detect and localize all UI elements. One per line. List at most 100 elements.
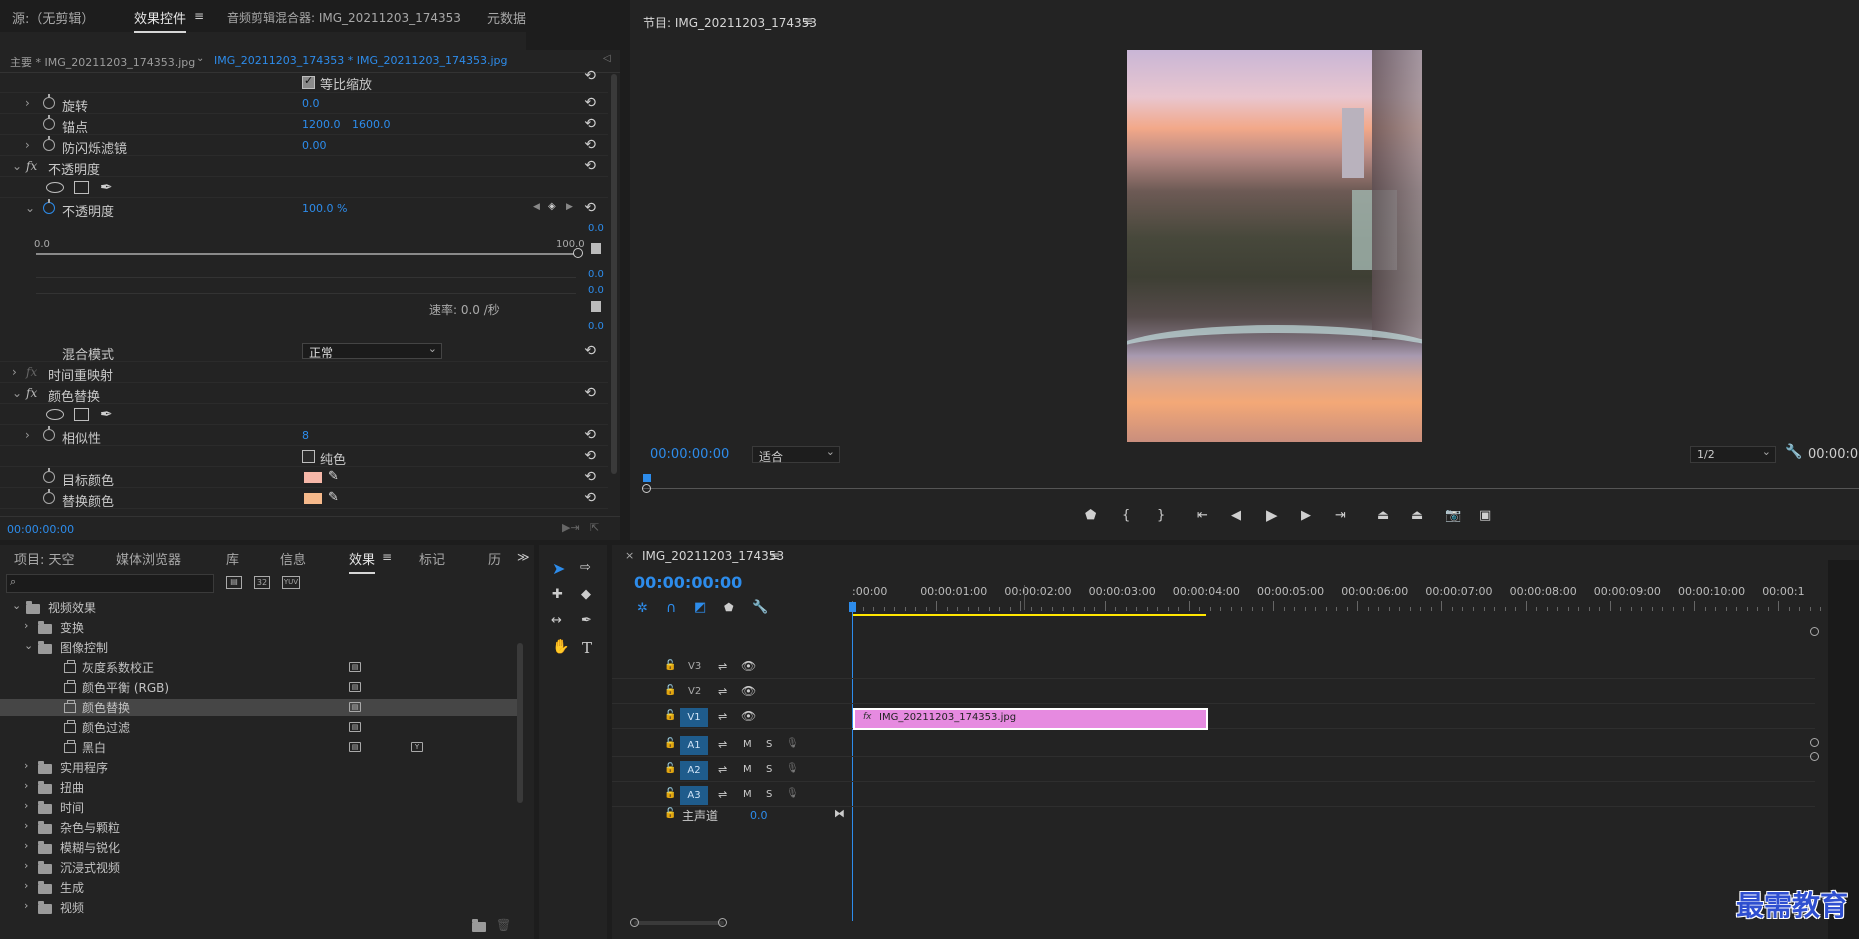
mic-icon[interactable]: 🎙 xyxy=(786,738,799,749)
tree-folder[interactable]: › 实用程序 xyxy=(0,759,520,776)
stopwatch-icon[interactable] xyxy=(43,115,55,130)
tree-folder[interactable]: › 杂色与颗粒 xyxy=(0,819,520,836)
chevron-right-icon[interactable]: › xyxy=(25,428,30,442)
reset-icon[interactable]: ⟲ xyxy=(584,137,596,153)
track-name-v3[interactable]: V3 xyxy=(688,661,701,672)
anti-flicker-value[interactable]: 0.00 xyxy=(302,139,327,152)
eyedropper-icon[interactable]: ✎ xyxy=(328,490,339,505)
track-v1[interactable] xyxy=(612,705,1815,729)
reset-icon[interactable]: ⟲ xyxy=(584,427,596,443)
pen-mask-icon[interactable]: ✒ xyxy=(100,405,113,423)
chevron-right-icon[interactable]: › xyxy=(12,365,17,379)
track-name-a1[interactable]: A1 xyxy=(680,736,708,755)
reset-icon[interactable]: ⟲ xyxy=(584,95,596,111)
scroll-handle[interactable] xyxy=(1810,738,1819,747)
clip-label[interactable]: IMG_20211203_174353 * IMG_20211203_17435… xyxy=(214,54,508,67)
mic-icon[interactable]: 🎙 xyxy=(786,788,799,799)
sync-lock-icon[interactable]: ⇌ xyxy=(718,660,727,673)
panel-overflow-icon[interactable]: ≫ xyxy=(517,550,530,564)
lock-icon[interactable]: 🔓 xyxy=(664,685,676,696)
time-ruler[interactable]: :00:00 00:00:01:00 00:00:02:00 00:00:03:00 0… xyxy=(852,585,1853,615)
accelerated-effects-icon[interactable]: ▤ xyxy=(226,576,242,589)
export-icon[interactable]: ⇱ xyxy=(590,521,599,534)
new-folder-icon[interactable] xyxy=(472,919,486,934)
effects-search-input[interactable]: ⌕ xyxy=(6,574,214,593)
mark-in-icon[interactable]: { xyxy=(1122,508,1130,523)
track-v3[interactable] xyxy=(612,655,1815,679)
sequence-title[interactable]: IMG_20211203_174353 xyxy=(642,549,784,563)
tree-folder[interactable]: › 视频 xyxy=(0,899,520,916)
track-name-v2[interactable]: V2 xyxy=(688,686,701,697)
tab-media-browser[interactable]: 媒体浏览器 xyxy=(116,549,181,568)
opacity-value[interactable]: 100.0 % xyxy=(302,202,347,215)
uniform-scale-checkbox[interactable] xyxy=(302,74,315,89)
ellipse-mask-icon[interactable] xyxy=(46,409,64,420)
fit-select[interactable]: 适合 ⌄ xyxy=(752,445,840,464)
ellipse-mask-icon[interactable] xyxy=(46,182,64,193)
chevron-down-icon[interactable]: ⌄ xyxy=(25,201,35,215)
tree-folder[interactable]: › 扭曲 xyxy=(0,779,520,796)
tree-folder[interactable]: ⌄ 图像控制 xyxy=(0,639,520,656)
chevron-right-icon[interactable]: › xyxy=(24,899,28,912)
selection-tool-icon[interactable]: ➤ xyxy=(552,559,565,578)
nest-icon[interactable]: ✲ xyxy=(637,601,648,616)
lock-icon[interactable]: 🔓 xyxy=(664,788,676,799)
compare-view-icon[interactable]: ▣ xyxy=(1479,508,1491,523)
tree-folder[interactable]: › 生成 xyxy=(0,879,520,896)
wrench-icon[interactable]: 🔧 xyxy=(1785,444,1802,460)
stopwatch-icon[interactable] xyxy=(43,489,55,504)
mic-icon[interactable]: 🎙 xyxy=(786,763,799,774)
tree-folder[interactable]: › 变换 xyxy=(0,619,520,636)
work-area-bar[interactable] xyxy=(853,614,1206,616)
solid-color-checkbox[interactable] xyxy=(302,450,315,463)
panel-menu-icon[interactable]: ≡ xyxy=(194,9,204,23)
horizontal-scrollbar[interactable] xyxy=(634,921,724,925)
effect-controls-timecode[interactable]: 00:00:00:00 xyxy=(7,523,74,536)
tree-effect[interactable]: 灰度系数校正 ▤ xyxy=(0,659,520,676)
scroll-handle[interactable] xyxy=(1810,627,1819,636)
type-tool-icon[interactable]: T xyxy=(582,639,592,657)
track-v2[interactable] xyxy=(612,680,1815,704)
panel-menu-icon[interactable]: ≡ xyxy=(770,549,780,563)
track-name-v1[interactable]: V1 xyxy=(680,708,708,727)
solo-button[interactable]: S xyxy=(766,764,772,775)
effects-scrollbar[interactable] xyxy=(517,643,523,803)
tab-markers[interactable]: 标记 xyxy=(419,549,445,568)
v1-clip[interactable]: fx IMG_20211203_174353.jpg xyxy=(853,708,1208,730)
collapse-icon[interactable]: ◁ xyxy=(603,53,611,64)
reset-icon[interactable]: ⟲ xyxy=(584,490,596,506)
reset-icon[interactable]: ⟲ xyxy=(584,68,596,84)
reset-icon[interactable]: ⟲ xyxy=(584,385,596,401)
sync-lock-icon[interactable]: ⇌ xyxy=(718,788,727,801)
solo-button[interactable]: S xyxy=(766,789,772,800)
play-icon[interactable]: ▶ xyxy=(1266,506,1278,524)
hand-tool-icon[interactable]: ✋ xyxy=(552,639,569,655)
panel-menu-icon[interactable]: ≡ xyxy=(382,550,392,564)
scroll-handle[interactable] xyxy=(630,918,639,927)
master-volume-value[interactable]: 0.0 xyxy=(750,809,768,822)
effect-controls-scrollbar[interactable] xyxy=(611,74,617,474)
program-timecode[interactable]: 00:00:00:00 xyxy=(650,447,729,462)
quality-select[interactable]: 1/2 ⌄ xyxy=(1690,445,1776,463)
tree-effect[interactable]: 颜色替换 ▤ xyxy=(0,699,520,716)
target-color-swatch[interactable] xyxy=(304,472,322,483)
eye-icon[interactable]: 👁 xyxy=(741,659,756,673)
go-to-out-icon[interactable]: ⇥ xyxy=(1335,508,1346,523)
chevron-down-icon[interactable]: ⌄ xyxy=(12,159,22,173)
master-fx-icon[interactable]: ⧓ xyxy=(834,807,845,820)
chevron-right-icon[interactable]: › xyxy=(25,138,30,152)
reset-icon[interactable]: ⟲ xyxy=(584,116,596,132)
sync-lock-icon[interactable]: ⇌ xyxy=(718,710,727,723)
tab-history[interactable]: 历 xyxy=(488,549,501,568)
add-marker-icon[interactable]: ⬟ xyxy=(1085,508,1096,523)
track-name-a3[interactable]: A3 xyxy=(680,786,708,805)
pen-mask-icon[interactable]: ✒ xyxy=(100,178,113,196)
anchor-y-value[interactable]: 1600.0 xyxy=(352,118,391,131)
tab-metadata[interactable]: 元数据 xyxy=(487,8,526,27)
program-video-frame[interactable] xyxy=(1127,50,1422,442)
program-title[interactable]: 节目: IMG_20211203_174353 xyxy=(643,14,817,31)
program-scrubber[interactable] xyxy=(642,474,1859,494)
rotation-value[interactable]: 0.0 xyxy=(302,97,320,110)
sync-lock-icon[interactable]: ⇌ xyxy=(718,763,727,776)
tree-effect[interactable]: 黑白 ▤ Y xyxy=(0,739,520,756)
